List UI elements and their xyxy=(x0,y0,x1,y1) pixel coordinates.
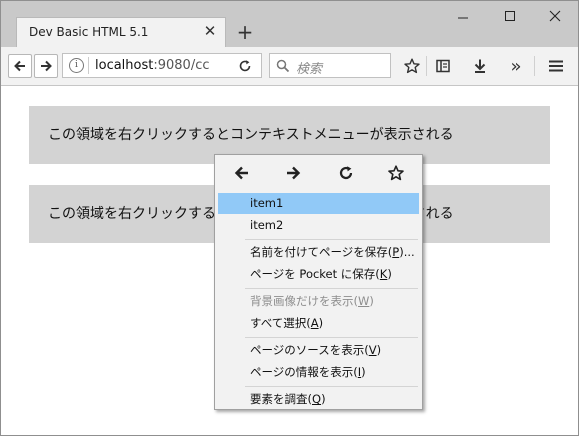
minimize-icon xyxy=(458,17,468,19)
menu-separator xyxy=(245,288,418,289)
tab-close-icon[interactable]: ✕ xyxy=(202,23,218,39)
nav-toolbar: i localhost:9080/cc 検索 » xyxy=(1,47,578,86)
menu-item-label: ページを Pocket に保存( xyxy=(250,267,380,281)
menu-item-label: ページのソースを表示( xyxy=(250,343,369,357)
download-icon xyxy=(474,59,486,73)
menu-item-label-tail: ) xyxy=(318,316,324,330)
info-icon[interactable]: i xyxy=(69,58,84,73)
url-bar[interactable]: i localhost:9080/cc xyxy=(62,53,262,78)
browser-tab[interactable]: Dev Basic HTML 5.1 ✕ xyxy=(16,17,226,47)
menu-bookmark-button[interactable] xyxy=(385,163,407,183)
menu-item-label-tail: )... xyxy=(399,245,415,259)
url-path: :9080/cc xyxy=(153,58,210,73)
minimize-button[interactable] xyxy=(452,9,474,27)
menu-item-save-page[interactable]: 名前を付けてページを保存(P)... xyxy=(218,242,419,263)
new-tab-button[interactable]: + xyxy=(234,21,256,43)
context-area-1-text: この領域を右クリックするとコンテキストメニューが表示される xyxy=(48,127,454,143)
browser-window: Dev Basic HTML 5.1 ✕ + i localhost:9080/… xyxy=(0,0,579,436)
back-button[interactable] xyxy=(8,54,32,78)
url-divider xyxy=(88,57,89,74)
overflow-chevron-icon: » xyxy=(510,55,522,77)
search-icon xyxy=(276,58,290,77)
menu-item-accesskey: V xyxy=(368,343,377,357)
downloads-button[interactable] xyxy=(470,56,490,76)
maximize-button[interactable] xyxy=(499,9,521,27)
toolbar-separator xyxy=(534,56,535,76)
menu-item-label: すべて選択( xyxy=(250,316,311,330)
toolbar-separator xyxy=(426,56,427,76)
menu-item-inspect-element[interactable]: 要素を調査(Q) xyxy=(218,389,419,410)
search-placeholder: 検索 xyxy=(296,62,323,77)
menu-item-item2[interactable]: item2 xyxy=(218,215,419,236)
menu-item-label-tail: ) xyxy=(387,267,392,281)
hamburger-menu-icon xyxy=(549,60,563,72)
url-host: localhost xyxy=(95,58,154,73)
reload-button[interactable] xyxy=(235,56,255,76)
menu-item-label-tail: ) xyxy=(376,343,382,357)
context-menu: item1 item2 名前を付けてページを保存(P)... ページを Pock… xyxy=(214,154,423,410)
hamburger-menu-button[interactable] xyxy=(546,56,566,76)
back-arrow-icon xyxy=(234,166,248,180)
window-close-icon xyxy=(549,10,561,22)
window-close-button[interactable] xyxy=(544,9,566,27)
menu-item-select-all[interactable]: すべて選択(A) xyxy=(218,313,419,334)
forward-button[interactable] xyxy=(34,54,58,78)
bookmarks-library-button[interactable] xyxy=(433,56,453,76)
menu-item-view-source[interactable]: ページのソースを表示(V) xyxy=(218,340,419,361)
library-icon xyxy=(436,59,450,73)
menu-item-item1[interactable]: item1 xyxy=(218,193,419,214)
forward-arrow-icon xyxy=(41,60,52,72)
menu-separator xyxy=(245,239,418,240)
context-menu-nav-row xyxy=(215,155,422,191)
bookmark-star-button[interactable] xyxy=(402,56,422,76)
reload-icon xyxy=(339,166,353,180)
menu-item-label-tail: ) xyxy=(321,392,326,406)
menu-back-button[interactable] xyxy=(231,163,253,183)
menu-reload-button[interactable] xyxy=(335,163,357,183)
bookmark-star-icon xyxy=(404,58,420,74)
menu-item-label: 要素を調査( xyxy=(250,392,312,406)
title-bar: Dev Basic HTML 5.1 ✕ + xyxy=(1,1,578,47)
url-text: localhost:9080/cc xyxy=(95,58,210,73)
menu-separator xyxy=(245,337,418,338)
menu-item-label-tail: ) xyxy=(361,365,366,379)
menu-forward-button[interactable] xyxy=(282,163,304,183)
menu-item-page-info[interactable]: ページの情報を表示(I) xyxy=(218,362,419,383)
menu-item-accesskey: A xyxy=(310,316,319,330)
reload-icon xyxy=(239,60,251,72)
maximize-icon xyxy=(505,11,515,21)
menu-item-accesskey: W xyxy=(358,294,370,308)
menu-item-save-to-pocket[interactable]: ページを Pocket に保存(K) xyxy=(218,264,419,285)
overflow-button[interactable]: » xyxy=(506,55,526,77)
menu-item-label: item1 xyxy=(250,196,284,210)
menu-separator xyxy=(245,386,418,387)
forward-arrow-icon xyxy=(287,166,301,180)
back-arrow-icon xyxy=(14,60,25,72)
menu-item-label: 背景画像だけを表示( xyxy=(250,294,358,308)
menu-item-accesskey: Q xyxy=(312,392,322,406)
bookmark-star-icon xyxy=(388,165,404,181)
search-box[interactable]: 検索 xyxy=(269,53,391,78)
tab-title: Dev Basic HTML 5.1 xyxy=(29,25,149,39)
menu-item-view-background-image: 背景画像だけを表示(W) xyxy=(218,291,419,312)
menu-item-label: ページの情報を表示( xyxy=(250,365,358,379)
menu-item-label: 名前を付けてページを保存( xyxy=(250,245,393,259)
menu-item-label: item2 xyxy=(250,218,284,232)
menu-item-label-tail: ) xyxy=(369,294,374,308)
